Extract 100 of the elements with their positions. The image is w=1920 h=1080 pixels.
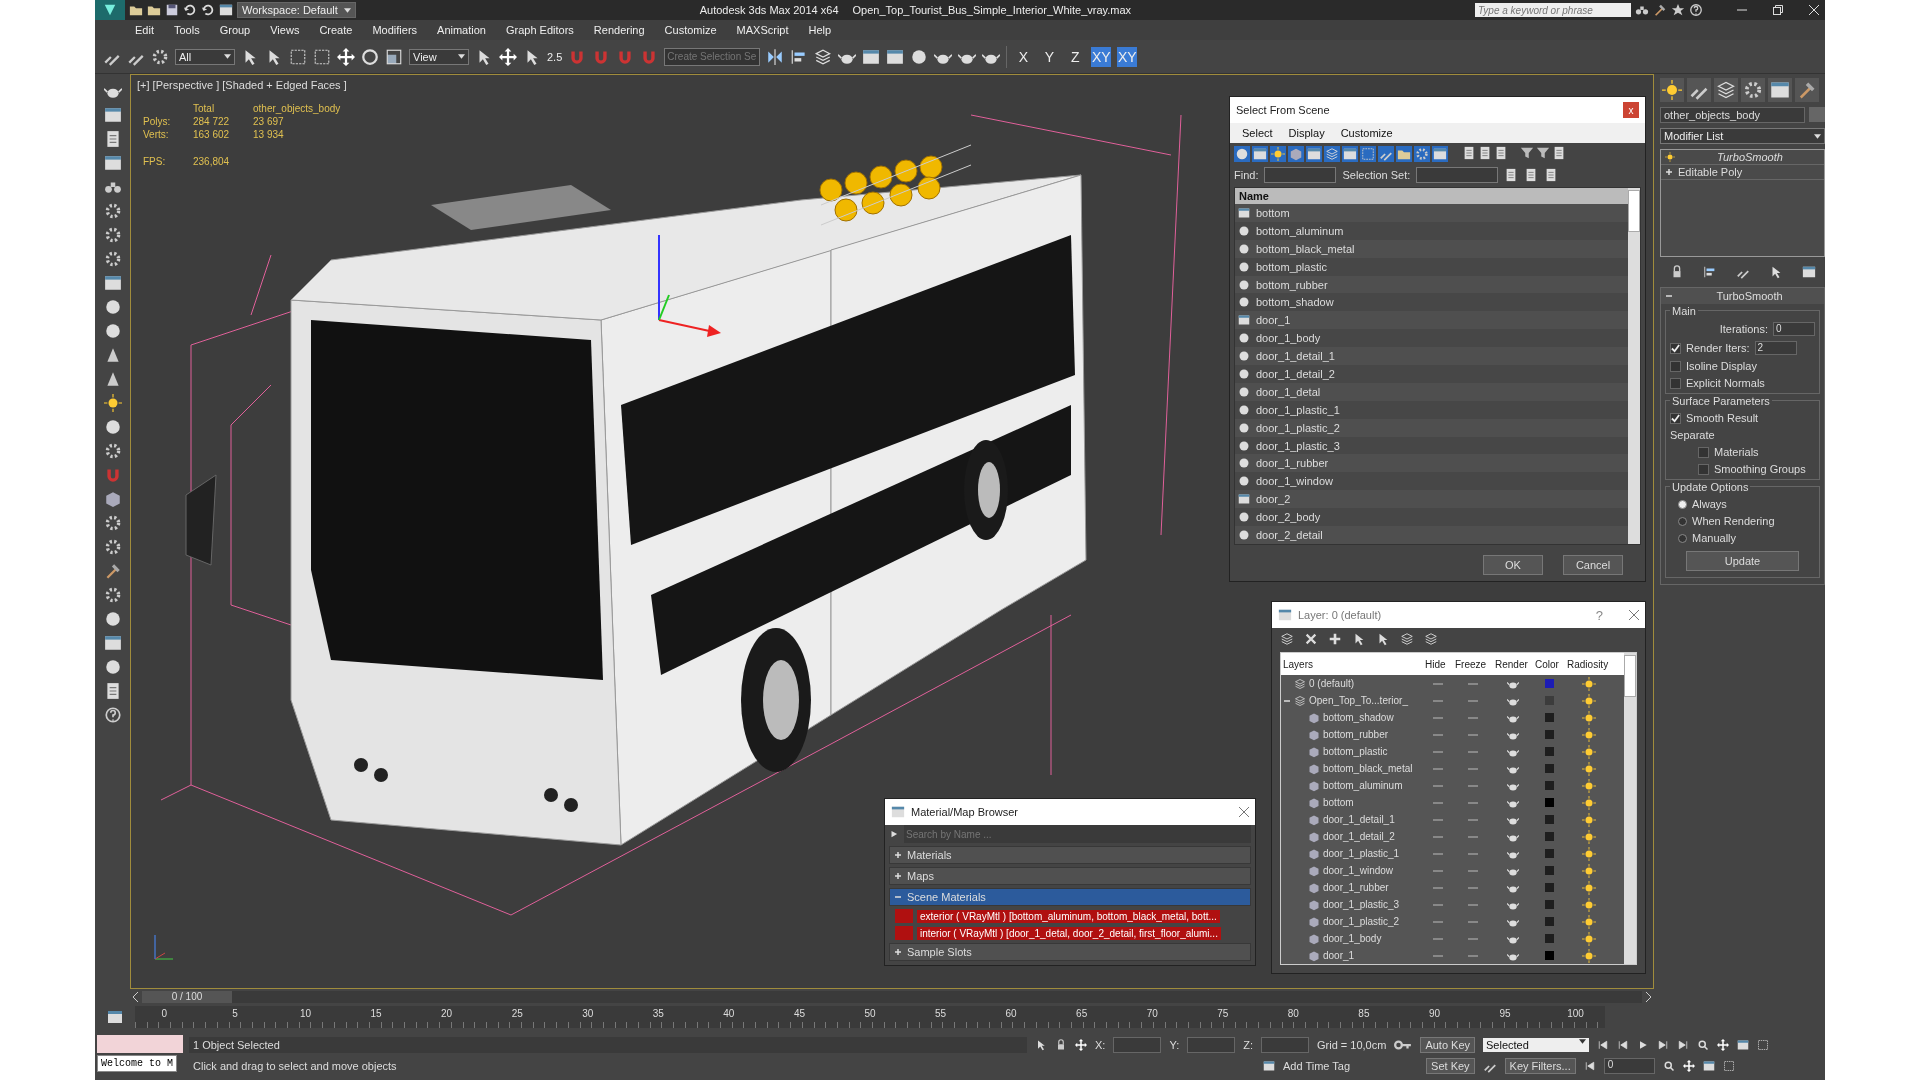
coordinate-field[interactable]	[1113, 1036, 1162, 1053]
transform-mode-icon[interactable]	[1075, 1038, 1087, 1051]
material-item[interactable]: exterior ( VRayMtl ) [bottom_aluminum, bottom_black_metal, bott...	[917, 909, 1220, 923]
tool-icon[interactable]	[814, 47, 833, 66]
axis-constraint-button[interactable]: Z	[1065, 46, 1086, 67]
object-list-item[interactable]: bottom_plastic	[1256, 260, 1327, 273]
tool-icon[interactable]	[289, 47, 307, 66]
command-icon[interactable]	[103, 322, 122, 340]
layer-name[interactable]: bottom_aluminum	[1323, 780, 1403, 791]
dropdown-arrow-icon[interactable]	[458, 54, 465, 59]
sun-icon[interactable]	[1582, 710, 1596, 725]
command-icon[interactable]	[103, 154, 122, 172]
playback-icon[interactable]	[1583, 1059, 1596, 1072]
command-icon[interactable]	[103, 298, 122, 316]
command-icon[interactable]	[103, 418, 122, 436]
object-color-swatch[interactable]	[1809, 107, 1825, 122]
object-list-item[interactable]: door_1_plastic_1	[1256, 403, 1340, 416]
dropdown-arrow-icon[interactable]	[1579, 1038, 1586, 1044]
dropdown-arrow-icon[interactable]	[343, 7, 351, 13]
render-iters-spinner[interactable]: 2	[1754, 341, 1797, 355]
checkbox[interactable]	[1698, 463, 1709, 475]
navigation-icon[interactable]	[1722, 1059, 1735, 1072]
object-list-item[interactable]: bottom	[1256, 206, 1290, 219]
key-mode-dropdown[interactable]: Selected	[1483, 1037, 1589, 1052]
command-icon[interactable]	[103, 706, 122, 724]
timeline-ruler[interactable]: 0 5 10 15 20 25 30 35 40 45 50 55 60 65 70 75 80 85 90 95 100	[135, 1006, 1605, 1028]
playback-icon[interactable]	[1657, 1038, 1669, 1051]
checkbox[interactable]	[1698, 446, 1709, 458]
layer-name[interactable]: Open_Top_To...terior_	[1309, 695, 1408, 706]
command-icon[interactable]	[103, 538, 122, 556]
layer-name[interactable]: door_1_window	[1323, 865, 1394, 876]
column-header[interactable]: Name	[1235, 188, 1628, 204]
axis-constraint-button[interactable]: Y	[1039, 46, 1060, 67]
menu-item[interactable]: Edit	[125, 24, 164, 36]
layer-name[interactable]: door_1_rubber	[1323, 882, 1389, 893]
panel-tab-icon[interactable]	[1795, 78, 1819, 102]
object-list-item[interactable]: door_1_rubber	[1256, 457, 1329, 470]
panel-tab-icon[interactable]	[1687, 78, 1711, 102]
menu-item[interactable]: Tools	[163, 24, 210, 36]
object-list-item[interactable]: door_2_body	[1256, 511, 1321, 524]
sun-icon[interactable]	[1582, 880, 1596, 895]
object-list-item[interactable]: bottom_shadow	[1256, 296, 1334, 309]
navigation-icon[interactable]	[1757, 1038, 1769, 1051]
sun-icon[interactable]	[1582, 948, 1596, 963]
move-icon[interactable]	[499, 47, 517, 66]
layer-name[interactable]: door_1_plastic_3	[1323, 899, 1400, 910]
window-icon[interactable]	[219, 3, 233, 17]
object-list-item[interactable]: door_2_detail	[1256, 528, 1323, 541]
layer-color-swatch[interactable]	[1543, 848, 1555, 859]
material-item[interactable]: interior ( VRayMtl ) [door_1_detal, door_2_detail, first_floor_alumi...	[917, 926, 1221, 940]
command-icon[interactable]	[103, 658, 122, 676]
undo-icon[interactable]	[201, 3, 215, 17]
sun-icon[interactable]	[1582, 931, 1596, 946]
menu-item[interactable]: Create	[309, 24, 363, 36]
layer-color-swatch[interactable]	[1543, 882, 1555, 893]
layer-color-swatch[interactable]	[1543, 933, 1555, 944]
search-field[interactable]: Search by Name ...	[904, 825, 1251, 843]
sun-icon[interactable]	[1582, 693, 1596, 708]
playback-icon[interactable]	[1597, 1038, 1609, 1051]
expand-icon[interactable]	[894, 948, 902, 956]
column-header[interactable]: Layers	[1281, 658, 1423, 670]
layer-color-swatch[interactable]	[1543, 695, 1555, 706]
key-filters-button[interactable]: Key Filters...	[1504, 1057, 1576, 1074]
command-icon[interactable]	[103, 442, 122, 460]
layer-name[interactable]: door_1_plastic_2	[1323, 916, 1400, 927]
scrollbar[interactable]	[1628, 188, 1640, 544]
layer-tool-icon[interactable]	[1424, 632, 1438, 646]
layer-color-swatch[interactable]	[1543, 678, 1555, 689]
menu-item[interactable]: Modifiers	[362, 24, 428, 36]
tool-icon[interactable]	[886, 47, 905, 66]
layer-color-swatch[interactable]	[1543, 780, 1555, 791]
scrollbar[interactable]	[1624, 653, 1636, 964]
list-icon[interactable]	[1494, 146, 1508, 160]
expand-icon[interactable]	[894, 872, 902, 880]
dropdown-arrow-icon[interactable]	[224, 54, 231, 59]
column-header[interactable]: Freeze	[1453, 658, 1493, 670]
checkbox[interactable]	[1670, 412, 1681, 424]
layer-color-swatch[interactable]	[1543, 797, 1555, 808]
star-icon[interactable]	[1671, 3, 1685, 17]
object-list-item[interactable]: door_1_body	[1256, 332, 1321, 345]
coordinate-field[interactable]	[1187, 1036, 1236, 1053]
layer-color-swatch[interactable]	[1543, 899, 1555, 910]
object-name-field[interactable]: other_objects_body	[1660, 107, 1805, 123]
lock-icon[interactable]	[1055, 1038, 1067, 1051]
command-icon[interactable]	[103, 226, 122, 244]
column-header[interactable]: Hide	[1423, 658, 1453, 670]
collapse-icon[interactable]	[894, 893, 902, 901]
iterations-spinner[interactable]: 0	[1773, 322, 1815, 336]
tool-icon[interactable]	[862, 47, 881, 66]
dropdown-arrow-icon[interactable]	[1814, 133, 1821, 139]
menu-item[interactable]: Views	[260, 24, 310, 36]
playback-icon[interactable]	[1677, 1038, 1689, 1051]
layer-name[interactable]: 0 (default)	[1309, 678, 1355, 689]
browser-group[interactable]: Scene Materials	[889, 888, 1251, 906]
filter-type-icon[interactable]	[1325, 147, 1339, 161]
expand-icon[interactable]	[1665, 168, 1673, 176]
radio-button[interactable]	[1678, 533, 1687, 543]
layer-color-swatch[interactable]	[1543, 831, 1555, 842]
radio-button[interactable]	[1678, 516, 1687, 526]
tools-icon[interactable]	[1653, 3, 1667, 17]
